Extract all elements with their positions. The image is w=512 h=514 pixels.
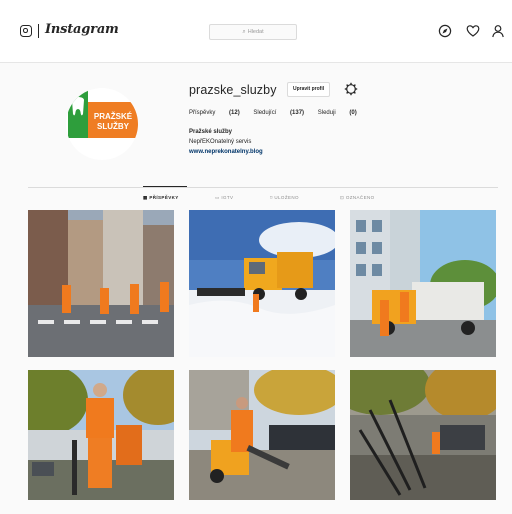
post-thumbnail-6[interactable] xyxy=(350,370,496,500)
bio-name: Pražské služby xyxy=(189,129,233,135)
post-thumbnail-5[interactable] xyxy=(189,370,335,500)
followers-count[interactable]: Sledující (137) xyxy=(253,110,304,116)
active-tab-indicator xyxy=(143,186,187,187)
tab-igtv[interactable]: ▭ IGTV xyxy=(215,195,233,201)
followers-value: (137) xyxy=(290,110,305,116)
search-icon: ⌕ xyxy=(242,28,246,35)
compass-icon[interactable] xyxy=(438,24,452,38)
post-photo-leaf-blower xyxy=(28,370,174,500)
instagram-page: Instagram ⌕ Hledat PRAŽSKÉ SLUŽBY prazsk… xyxy=(0,0,512,514)
post-thumbnail-1[interactable] xyxy=(28,210,174,357)
bio-text: NepřEKOnatelný servis xyxy=(189,139,252,145)
person-icon[interactable] xyxy=(491,24,505,38)
header-divider xyxy=(38,24,39,38)
logo-text-line2: SLUŽBY xyxy=(97,122,129,131)
tooth-logo-icon xyxy=(72,97,84,116)
post-photo-street-workers xyxy=(28,210,174,357)
bio-link[interactable]: www.neprekonatelny.blog xyxy=(189,149,263,155)
instagram-camera-icon[interactable] xyxy=(20,25,32,37)
post-thumbnail-4[interactable] xyxy=(28,370,174,500)
search-placeholder: Hledat xyxy=(247,29,264,35)
logo-green-block xyxy=(68,90,88,138)
tab-saved-label: ULOŽENO xyxy=(274,195,299,200)
tab-posts[interactable]: ▦ PŘÍSPĚVKY xyxy=(143,195,179,201)
profile-avatar[interactable]: PRAŽSKÉ SLUŽBY xyxy=(66,88,138,160)
tab-saved[interactable]: ⌑ ULOŽENO xyxy=(270,195,299,201)
following-value: (0) xyxy=(349,110,357,116)
post-photo-snow-plow xyxy=(189,210,335,357)
posts-value: (12) xyxy=(229,110,240,116)
followers-label: Sledující xyxy=(253,110,277,116)
instagram-wordmark[interactable]: Instagram xyxy=(45,22,119,37)
post-photo-street-sweeping xyxy=(350,370,496,500)
tab-igtv-label: IGTV xyxy=(221,195,234,200)
posts-count[interactable]: Příspěvky (12) xyxy=(189,110,240,116)
post-photo-leaf-vacuum xyxy=(189,370,335,500)
posts-label: Příspěvky xyxy=(189,110,216,116)
following-count[interactable]: Sleduji (0) xyxy=(318,110,357,116)
tab-tagged-label: OZNAČENO xyxy=(345,195,375,200)
edit-profile-button[interactable]: Upravit profil xyxy=(287,82,331,97)
search-input[interactable]: ⌕ Hledat xyxy=(209,24,297,40)
profile-stats: Příspěvky (12) Sledující (137) Sleduji (… xyxy=(189,110,369,116)
tabs-divider xyxy=(28,187,498,188)
post-photo-garbage-truck xyxy=(350,210,496,357)
profile-username: prazske_sluzby xyxy=(189,83,277,97)
gear-icon[interactable] xyxy=(344,82,358,96)
heart-icon[interactable] xyxy=(466,24,480,38)
following-label: Sleduji xyxy=(317,110,336,116)
top-navigation-bar: Instagram ⌕ Hledat xyxy=(0,0,512,63)
post-thumbnail-2[interactable] xyxy=(189,210,335,357)
logo-text-line1: PRAŽSKÉ xyxy=(93,112,133,121)
tab-tagged[interactable]: ⊡ OZNAČENO xyxy=(340,195,375,201)
tab-posts-label: PŘÍSPĚVKY xyxy=(149,195,179,200)
post-thumbnail-3[interactable] xyxy=(350,210,496,357)
